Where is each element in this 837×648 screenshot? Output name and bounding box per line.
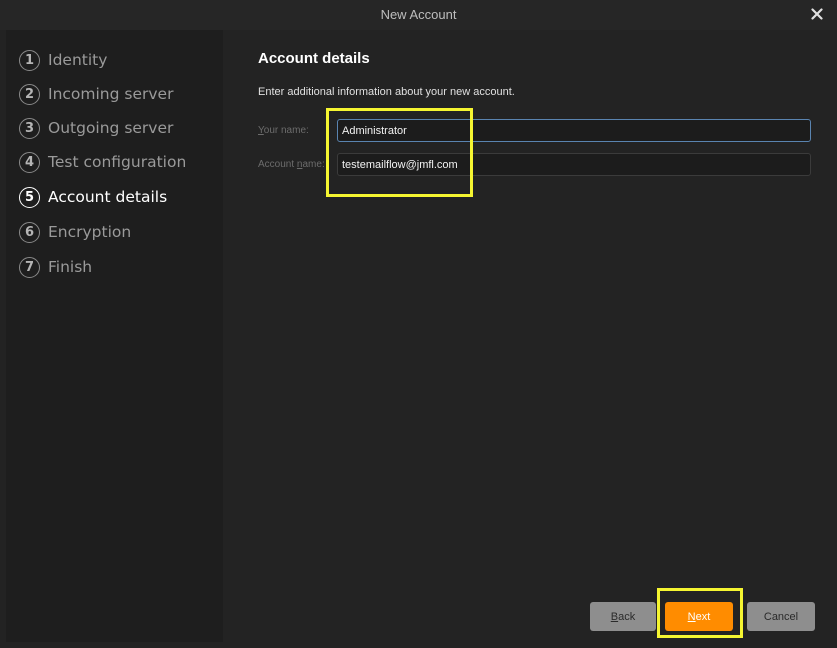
step-outgoing-server[interactable]: 3 Outgoing server bbox=[19, 114, 173, 142]
your-name-label: Your name: bbox=[258, 125, 309, 136]
step-finish[interactable]: 7 Finish bbox=[19, 253, 92, 281]
close-icon bbox=[811, 8, 823, 20]
back-button[interactable]: Back bbox=[590, 602, 656, 631]
page-subtitle: Enter additional information about your … bbox=[258, 86, 515, 98]
account-name-input[interactable] bbox=[337, 153, 811, 176]
account-name-label: Account name: bbox=[258, 159, 325, 170]
step-number: 4 bbox=[19, 151, 40, 173]
step-number: 2 bbox=[19, 83, 40, 105]
page-title: Account details bbox=[258, 50, 370, 67]
window-title: New Account bbox=[380, 7, 457, 22]
step-label: Account details bbox=[48, 188, 168, 206]
step-number: 6 bbox=[19, 221, 40, 243]
account-details-panel: Account details Enter additional informa… bbox=[223, 30, 831, 642]
step-encryption[interactable]: 6 Encryption bbox=[19, 218, 131, 246]
title-bar: New Account bbox=[0, 0, 837, 30]
your-name-input[interactable] bbox=[337, 119, 811, 142]
step-label: Test configuration bbox=[48, 153, 187, 171]
step-number: 3 bbox=[19, 117, 40, 139]
new-account-window: New Account 1 Identity 2 Incoming server… bbox=[0, 0, 837, 648]
close-button[interactable] bbox=[807, 4, 827, 24]
step-incoming-server[interactable]: 2 Incoming server bbox=[19, 80, 173, 108]
cancel-button[interactable]: Cancel bbox=[747, 602, 815, 631]
step-account-details[interactable]: 5 Account details bbox=[19, 183, 167, 211]
step-label: Outgoing server bbox=[48, 119, 174, 137]
step-number: 5 bbox=[19, 186, 40, 208]
step-label: Identity bbox=[48, 51, 108, 69]
step-identity[interactable]: 1 Identity bbox=[19, 46, 107, 74]
next-button[interactable]: Next bbox=[665, 602, 733, 631]
step-label: Incoming server bbox=[48, 85, 174, 103]
step-label: Encryption bbox=[48, 223, 132, 241]
step-label: Finish bbox=[48, 258, 93, 276]
step-number: 1 bbox=[19, 49, 40, 71]
step-test-configuration[interactable]: 4 Test configuration bbox=[19, 148, 186, 176]
wizard-steps-sidebar: 1 Identity 2 Incoming server 3 Outgoing … bbox=[6, 30, 223, 642]
step-number: 7 bbox=[19, 256, 40, 278]
